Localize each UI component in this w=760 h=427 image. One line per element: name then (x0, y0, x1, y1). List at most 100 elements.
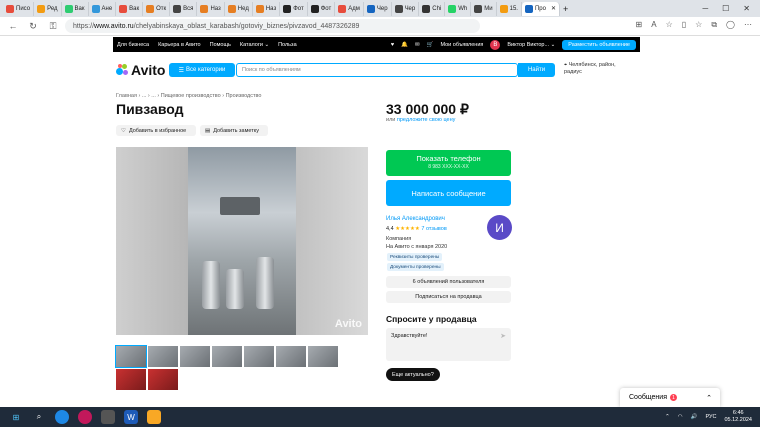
show-phone-button[interactable]: Показать телефон 8 983 XXX-XX-XX (386, 150, 511, 176)
tab-favicon-icon (524, 4, 533, 13)
browser-tab[interactable]: Ред (34, 1, 62, 16)
network-icon[interactable]: ◠ (678, 414, 683, 420)
back-icon[interactable]: ← (6, 21, 20, 31)
link-help[interactable]: Помощь (210, 42, 231, 48)
chat-icon[interactable]: ✉ (415, 42, 420, 48)
word-icon[interactable]: W (124, 410, 138, 424)
link-catalogs[interactable]: Каталоги ⌄ (240, 42, 269, 48)
seller-avatar[interactable]: И (487, 215, 512, 240)
browser-tab[interactable]: Наз (197, 1, 225, 16)
quick-question-chip[interactable]: Еще актуально? (386, 368, 440, 381)
browser-tab[interactable]: Вся (170, 1, 198, 16)
thumbnail[interactable] (308, 346, 338, 367)
seller-ads-button[interactable]: 6 объявлений пользователя (386, 276, 511, 288)
split-screen-icon[interactable]: ▯ (682, 20, 686, 30)
browser-tab[interactable]: Фот (308, 1, 336, 16)
my-ads-link[interactable]: Мои объявления (440, 42, 483, 48)
clock[interactable]: 6:46 05.12.2024 (724, 410, 752, 424)
tab-favicon-icon (119, 4, 128, 13)
maximize-icon[interactable]: ☐ (722, 4, 729, 13)
main-photo[interactable]: Avito (116, 147, 368, 335)
thumbnail[interactable] (276, 346, 306, 367)
subscribe-button[interactable]: Подписаться на продавца (386, 291, 511, 303)
thumbnail[interactable] (148, 346, 178, 367)
reviews-link[interactable]: 7 отзывов (421, 226, 446, 232)
thumbnail[interactable] (244, 346, 274, 367)
add-to-favorites-button[interactable]: ♡ Добавить в избранное (116, 125, 196, 136)
tray-chevron-icon[interactable]: ⌃ (665, 414, 670, 420)
app-icon[interactable] (78, 410, 92, 424)
profile-icon[interactable]: ◯ (726, 20, 735, 30)
translate-icon[interactable]: ⊞ (636, 20, 643, 30)
browser-tab[interactable]: Wh (445, 1, 472, 16)
app-icon[interactable] (101, 410, 115, 424)
offer-price-link[interactable]: предложите свою цену (397, 117, 456, 123)
search-input[interactable]: Поиск по объявлениям (236, 63, 518, 77)
browser-tab[interactable]: Писо (3, 1, 35, 16)
browser-tab-active[interactable]: Про ✕ (521, 1, 560, 16)
user-avatar[interactable]: В (490, 39, 501, 50)
browser-tab[interactable]: Ми (471, 1, 497, 16)
browser-tab[interactable]: Вак (62, 1, 89, 16)
favorites-heart-icon[interactable]: ♥ (391, 42, 394, 48)
browser-tab[interactable]: Фот (280, 1, 308, 16)
favorites-icon[interactable]: ☆ (695, 20, 702, 30)
all-categories-button[interactable]: ☰ Все категории (169, 63, 235, 77)
lock-icon[interactable]: ⚿ (46, 21, 60, 32)
cart-icon[interactable]: 🛒 (427, 42, 434, 48)
send-icon[interactable]: ➤ (500, 332, 506, 340)
write-message-button[interactable]: Написать сообщение (386, 180, 511, 206)
browser-tab[interactable]: Адм (335, 1, 364, 16)
search-icon[interactable]: ⌕ (32, 410, 46, 424)
seller-since: На Авито с января 2020 (386, 244, 448, 250)
star-icon[interactable]: ☆ (666, 20, 673, 30)
close-icon[interactable]: ✕ (743, 4, 750, 13)
read-aloud-icon[interactable]: A (651, 20, 656, 30)
volume-icon[interactable]: 🔊 (691, 414, 698, 420)
link-benefit[interactable]: Польза (278, 42, 297, 48)
browser-tab[interactable]: Chi (419, 1, 446, 16)
search-button[interactable]: Найти (518, 63, 555, 77)
collections-icon[interactable]: ⧉ (711, 20, 717, 30)
link-career[interactable]: Карьера в Авито (158, 42, 201, 48)
app-icon[interactable] (147, 410, 161, 424)
thumbnail[interactable] (115, 345, 147, 368)
browser-tab[interactable]: Отк (143, 1, 171, 16)
extension-icons: ⊞ A ☆ ▯ ☆ ⧉ ◯ ⋯ (636, 20, 752, 30)
thumbnail[interactable] (116, 369, 146, 390)
brew-tank (226, 269, 244, 309)
address-bar[interactable]: https://www.avito.ru/chelyabinskaya_obla… (65, 19, 480, 33)
browser-tab[interactable]: Наз (253, 1, 281, 16)
user-menu[interactable]: Виктор Виктор... ⌄ (507, 42, 555, 48)
thumbnail[interactable] (212, 346, 242, 367)
chevron-up-icon[interactable]: ⌃ (706, 394, 712, 402)
edge-icon[interactable] (55, 410, 69, 424)
windows-start-icon[interactable]: ⊞ (9, 410, 23, 424)
browser-tab[interactable]: Чер (364, 1, 392, 16)
browser-tab[interactable]: 15. (497, 1, 522, 16)
browser-tab[interactable]: Вак (116, 1, 144, 16)
add-note-button[interactable]: ▤ Добавить заметку (200, 125, 268, 136)
thumbnail[interactable] (180, 346, 210, 367)
notifications-icon[interactable]: 🔔 (401, 42, 408, 48)
seller-name[interactable]: Илья Александрович (386, 216, 445, 222)
ask-message-input[interactable]: Здравствуйте! ➤ (386, 328, 511, 361)
tab-close-icon[interactable]: ✕ (551, 5, 556, 12)
more-icon[interactable]: ⋯ (744, 20, 752, 30)
location-selector[interactable]: ⌖ Челябинск, район, радиус (564, 62, 632, 76)
note-label: Добавить заметку (213, 127, 260, 134)
link-business[interactable]: Для бизнеса (117, 42, 149, 48)
minimize-icon[interactable]: ─ (702, 4, 708, 13)
browser-tab[interactable]: Ане (89, 1, 117, 16)
language-indicator[interactable]: РУС (705, 414, 716, 420)
post-ad-button[interactable]: Разместить объявление (562, 39, 636, 50)
note-icon: ▤ (205, 127, 211, 134)
thumbnail[interactable] (148, 369, 178, 390)
avito-logo[interactable]: Avito (116, 62, 165, 78)
reload-icon[interactable]: ↻ (26, 21, 40, 32)
browser-tab[interactable]: Нед (225, 1, 253, 16)
messages-widget[interactable]: Сообщения 1 ⌃ (620, 388, 720, 407)
new-tab-button[interactable]: + (560, 2, 571, 16)
breadcrumb[interactable]: Главная › ... › ... › Пищевое производст… (116, 93, 261, 99)
browser-tab[interactable]: Чер (392, 1, 420, 16)
